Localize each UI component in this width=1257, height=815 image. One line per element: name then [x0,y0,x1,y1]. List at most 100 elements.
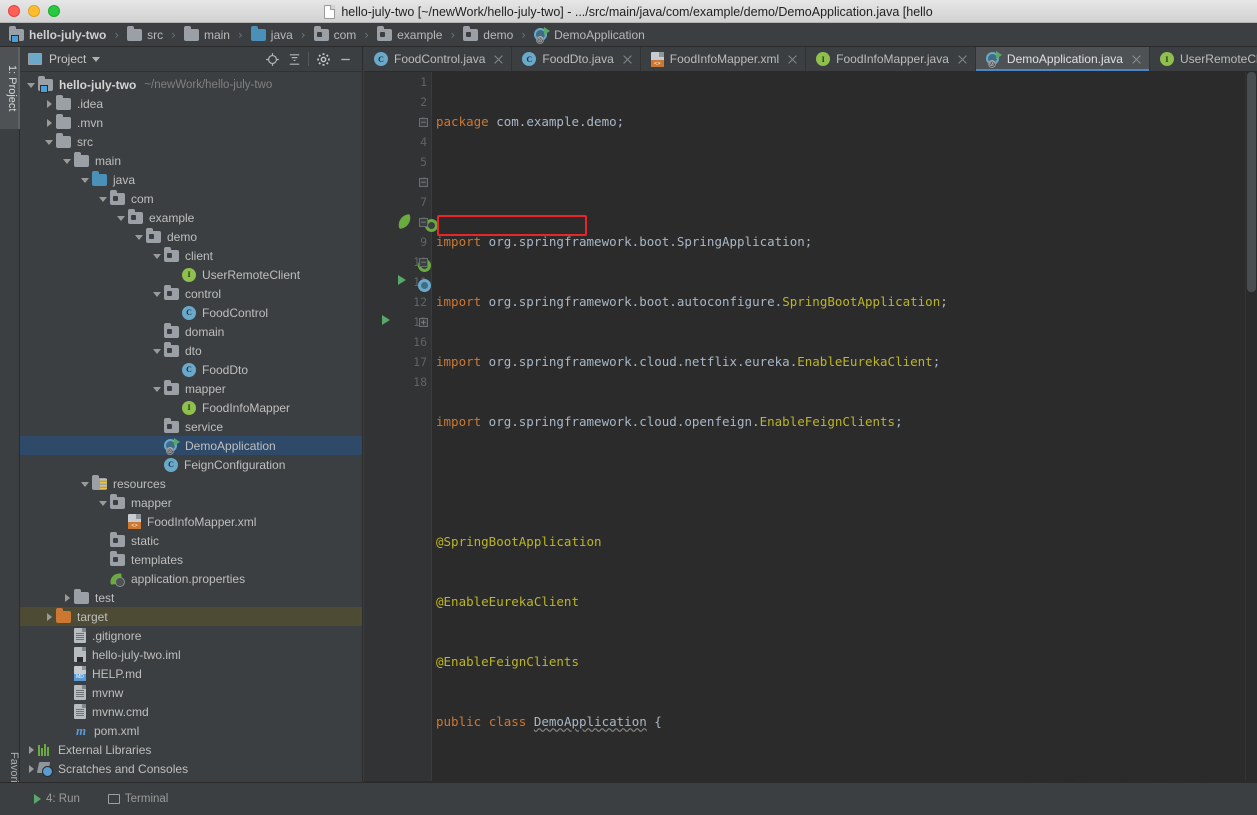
tree-item-service[interactable]: service [20,417,362,436]
close-icon[interactable] [787,54,798,65]
spring-leaf-icon[interactable] [396,213,413,230]
chevron-down-icon[interactable] [152,250,164,262]
tool-window-button-project[interactable]: 1: Project [0,47,20,129]
breadcrumb-item-hello-july-two[interactable]: hello-july-two [8,23,107,47]
tree-item-fooddto[interactable]: C FoodDto [20,360,362,379]
chevron-down-icon[interactable] [152,288,164,300]
tree-item-feignconfiguration[interactable]: C FeignConfiguration [20,455,362,474]
tree-item-external-libraries[interactable]: External Libraries [20,740,362,759]
tree-item-mvn[interactable]: .mvn [20,113,362,132]
tree-item-client[interactable]: client [20,246,362,265]
project-tree[interactable]: hello-july-two ~/newWork/hello-july-two .i… [20,72,362,778]
breadcrumb-item-main[interactable]: main [183,23,231,47]
tree-item-application-properties[interactable]: application.properties [20,569,362,588]
locate-icon[interactable] [261,48,283,70]
fold-collapse-icon[interactable]: − [419,178,428,188]
tree-item-pom-xml[interactable]: m pom.xml [20,721,362,740]
tree-item-hello-july-two-iml[interactable]: hello-july-two.iml [20,645,362,664]
editor-scrollbar[interactable] [1245,72,1257,782]
tree-item-templates[interactable]: templates [20,550,362,569]
close-icon[interactable] [1131,54,1142,65]
breadcrumb-item-demoapplication[interactable]: @ DemoApplication [533,23,646,47]
tree-item-test[interactable]: test [20,588,362,607]
close-icon[interactable] [622,54,633,65]
editor-tab-bar[interactable]: C FoodControl.java C FoodDto.java FoodInfoMa… [364,47,1257,72]
tree-item-scratches-and-consoles[interactable]: Scratches and Consoles [20,759,362,778]
spring-boot-icon[interactable] [418,278,432,292]
tree-item-dto[interactable]: dto [20,341,362,360]
chevron-down-icon[interactable] [152,345,164,357]
code-editor[interactable]: 123−456−78−910−111213+161718 package com… [364,72,1257,782]
chevron-down-icon[interactable] [26,79,38,91]
breadcrumb-item-java[interactable]: java [250,23,294,47]
fold-collapse-icon[interactable]: − [419,118,428,128]
tree-item-static[interactable]: static [20,531,362,550]
chevron-right-icon[interactable] [62,592,74,604]
chevron-right-icon[interactable] [44,117,56,129]
tree-item-idea[interactable]: .idea [20,94,362,113]
run-icon[interactable] [382,315,390,325]
breadcrumb-item-example[interactable]: example [376,23,443,47]
run-icon[interactable] [398,275,406,285]
collapse-all-icon[interactable] [283,48,305,70]
status-bar-item-terminal[interactable]: Terminal [94,783,182,815]
chevron-down-icon[interactable] [80,174,92,186]
tree-item-example[interactable]: example [20,208,362,227]
chevron-down-icon[interactable] [80,478,92,490]
fold-collapse-icon[interactable]: − [419,258,428,268]
fold-collapse-icon[interactable]: − [419,218,428,228]
spring-boot-class-icon: @ [985,51,1002,68]
tree-item-help-md[interactable]: HELP.md [20,664,362,683]
tree-item-userremoteclient[interactable]: I UserRemoteClient [20,265,362,284]
tree-item-hello-july-two[interactable]: hello-july-two ~/newWork/hello-july-two [20,75,362,94]
chevron-down-icon[interactable] [62,155,74,167]
tree-item-mapper[interactable]: mapper [20,493,362,512]
chevron-down-icon[interactable] [116,212,128,224]
tree-item-demoapplication[interactable]: @ DemoApplication [20,436,362,455]
chevron-down-icon[interactable] [134,231,146,243]
tree-item-main[interactable]: main [20,151,362,170]
chevron-down-icon[interactable] [92,56,101,62]
editor-scrollbar-thumb[interactable] [1247,72,1256,292]
gear-icon[interactable] [312,48,334,70]
breadcrumb-item-com[interactable]: com [313,23,358,47]
editor-tab-foodinfomapper-xml[interactable]: FoodInfoMapper.xml [640,47,807,71]
chevron-down-icon[interactable] [98,193,110,205]
tree-item-src[interactable]: src [20,132,362,151]
tree-item-foodcontrol[interactable]: C FoodControl [20,303,362,322]
tree-item-com[interactable]: com [20,189,362,208]
tree-item-foodinfomapper[interactable]: I FoodInfoMapper [20,398,362,417]
tree-item-demo[interactable]: demo [20,227,362,246]
tree-item-domain[interactable]: domain [20,322,362,341]
tree-item-resources[interactable]: resources [20,474,362,493]
chevron-right-icon[interactable] [26,744,38,756]
editor-tab-foodinfomapper-java[interactable]: I FoodInfoMapper.java [806,47,976,71]
status-bar-item-run[interactable]: 4: Run [20,783,94,815]
tree-item-label: hello-july-two [59,77,137,92]
chevron-down-icon[interactable] [98,497,110,509]
editor-tab-fooddto-java[interactable]: C FoodDto.java [512,47,641,71]
chevron-right-icon[interactable] [44,98,56,110]
tree-item-control[interactable]: control [20,284,362,303]
editor-gutter[interactable]: 123−456−78−910−111213+161718 [364,72,439,782]
tree-item-mvnw[interactable]: mvnw [20,683,362,702]
breadcrumb-item-src[interactable]: src [126,23,164,47]
chevron-down-icon[interactable] [152,383,164,395]
fold-expand-icon[interactable]: + [419,318,428,328]
editor-tab-userremoteclient-java[interactable]: I UserRemoteClient.java [1149,47,1257,71]
editor-text[interactable]: package com.example.demo; import org.spr… [432,72,1257,782]
chevron-down-icon[interactable] [44,136,56,148]
editor-tab-foodcontrol-java[interactable]: C FoodControl.java [364,47,513,71]
editor-tab-demoapplication-java[interactable]: @ DemoApplication.java [975,47,1150,71]
chevron-right-icon[interactable] [44,611,56,623]
tree-item-target[interactable]: target [20,607,362,626]
minimize-icon[interactable] [334,48,356,70]
tree-item-gitignore[interactable]: .gitignore [20,626,362,645]
close-icon[interactable] [493,54,504,65]
tree-item-mapper[interactable]: mapper [20,379,362,398]
tree-item-mvnw-cmd[interactable]: mvnw.cmd [20,702,362,721]
tree-item-java[interactable]: java [20,170,362,189]
breadcrumb-item-demo[interactable]: demo [462,23,514,47]
close-icon[interactable] [957,54,968,65]
tree-item-foodinfomapper-xml[interactable]: FoodInfoMapper.xml [20,512,362,531]
